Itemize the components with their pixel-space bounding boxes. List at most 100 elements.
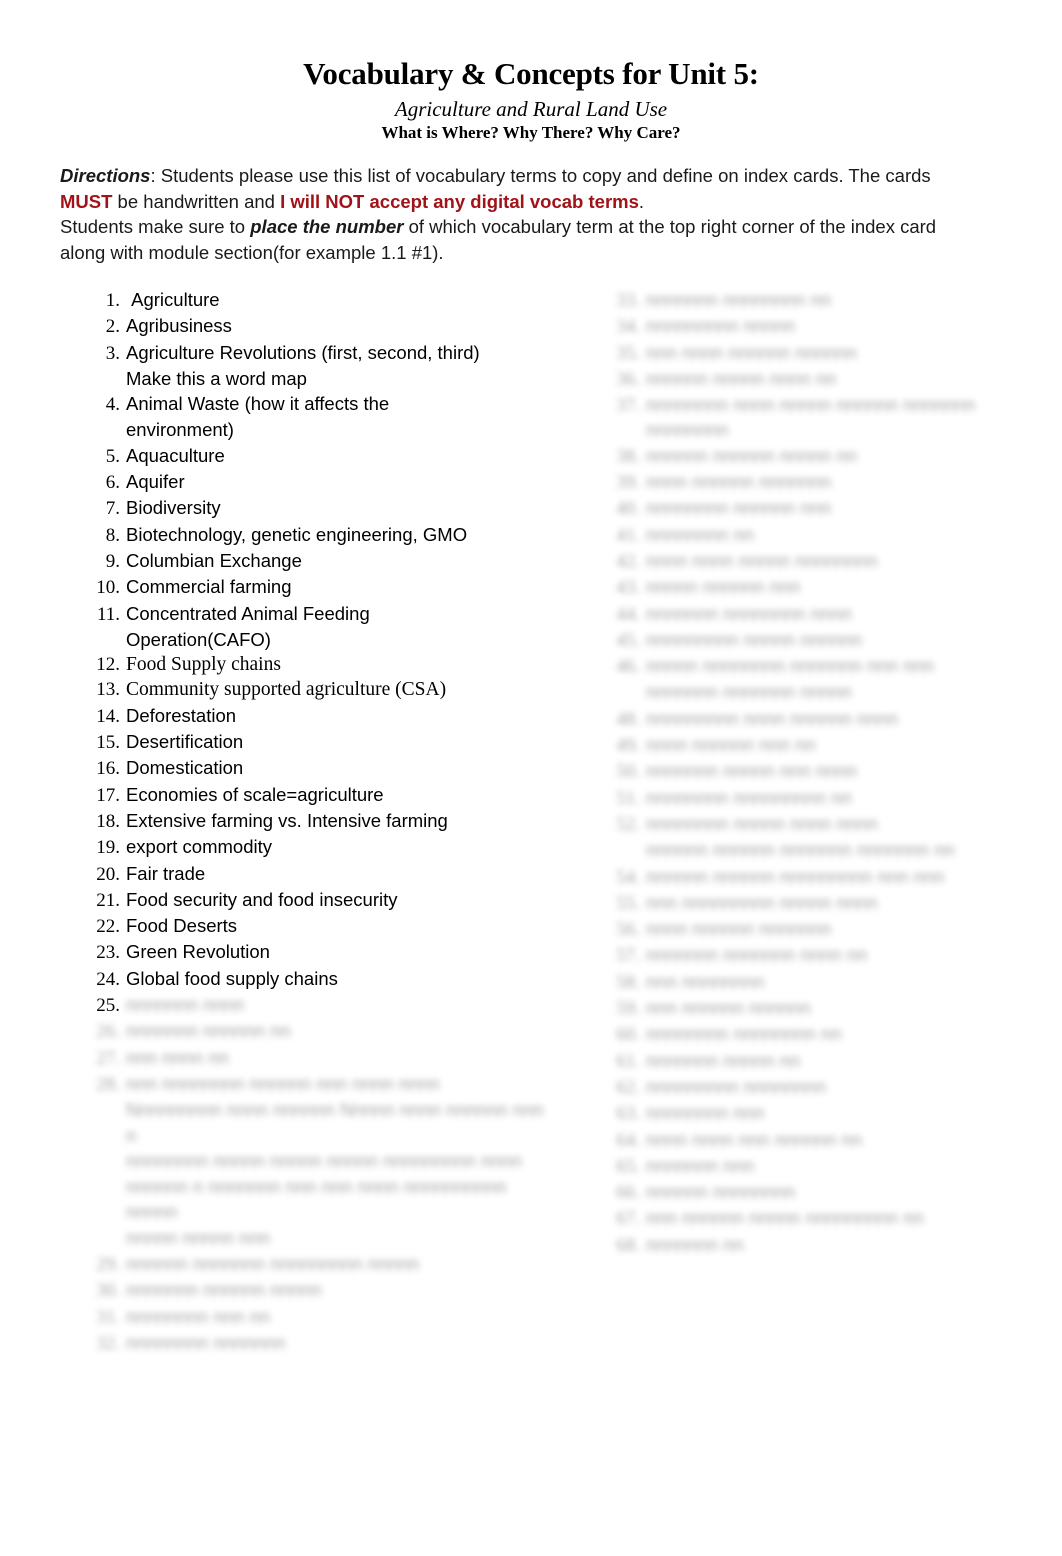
list-item-number: 7.: [88, 496, 126, 521]
obscured-list-item-number: 54.: [608, 865, 646, 890]
list-item-label: Domestication: [126, 755, 243, 780]
list-item-number: 1.: [88, 288, 126, 313]
obscured-list-item: 46.nnnnn nnnnnnnn nnnnnnn nnn nnn: [608, 653, 1038, 679]
obscured-list-item-number: 41.: [608, 523, 646, 548]
obscured-list-item-number: 65.: [608, 1154, 646, 1179]
obscured-list-item: 33.nnnnnnn nnnnnnnn nn: [608, 287, 1038, 313]
obscured-list-item: 31.nnnnnnnn nnn nn: [88, 1304, 558, 1330]
list-item-label: Global food supply chains: [126, 966, 338, 991]
obscured-list-item-label: nnnnnnn nnn: [646, 1153, 754, 1178]
obscured-list-item-label: nnnnnnnn nnnnn nnnn nnnn: [646, 811, 878, 836]
obscured-list-item: 37.nnnnnnnn nnnn nnnnn nnnnnn nnnnnnn nn…: [608, 392, 1038, 443]
obscured-list-item-label: nnnn nnnn nnnnn nnnnnnnn: [646, 548, 878, 573]
obscured-list-item-label: nnn nnnnnnnn nnnnnn nnn nnnn nnnn: [126, 1071, 440, 1096]
list-item-label: Commercial farming: [126, 574, 292, 599]
obscured-list-item-label: nnnnnnnn nnnnnnn: [126, 1330, 285, 1355]
obscured-list-item-number: 58.: [608, 970, 646, 995]
list-item: 4. Animal Waste (how it affects the: [88, 391, 558, 417]
obscured-list-item: 40.nnnnnnnn nnnnnn nnn: [608, 495, 1038, 521]
list-item-label: Food Deserts: [126, 913, 237, 938]
obscured-list-item-number: 34.: [608, 314, 646, 339]
obscured-list-item-number: 46.: [608, 654, 646, 679]
obscured-list-item: 52.nnnnnnnn nnnnn nnnn nnnn: [608, 811, 1038, 837]
obscured-list-item-number: 29.: [88, 1252, 126, 1277]
obscured-list-item: 65.nnnnnnn nnn: [608, 1153, 1038, 1179]
obscured-list-item-label: nnnn nnnnnn nnnnnnn: [646, 916, 831, 941]
obscured-list-item-number: 64.: [608, 1128, 646, 1153]
obscured-list-item: 66.nnnnnn nnnnnnnn: [608, 1179, 1038, 1205]
list-item: 22. Food Deserts: [88, 913, 558, 939]
list-item-label: Agribusiness: [126, 313, 232, 338]
list-item: 12. Food Supply chains: [88, 652, 558, 677]
obscured-list-item: 50.nnnnnnn nnnnn nnn nnnn: [608, 758, 1038, 784]
obscured-list-item-label: nnn nnnn nn: [126, 1045, 229, 1070]
obscured-list-item-continuation: 00.Nnnnnnnnn nnnn nnnnnn Nnnnn nnnn nnnn…: [88, 1097, 558, 1148]
vocabulary-list-left-column: 1. Agriculture 2. Agribusiness 3. Agricultur…: [88, 287, 558, 1356]
list-item-number: 9.: [88, 549, 126, 574]
list-item-number: 20.: [88, 862, 126, 887]
obscured-list-item-number: 52.: [608, 812, 646, 837]
obscured-list-item: 68.nnnnnnn nn: [608, 1232, 1038, 1258]
list-item-label: Animal Waste (how it affects the: [126, 391, 389, 416]
obscured-list-item: 38.nnnnnn nnnnnn nnnnn nn: [608, 443, 1038, 469]
obscured-list-item-number: 39.: [608, 470, 646, 495]
obscured-list-item-number: 28.: [88, 1072, 126, 1097]
obscured-list-item-label: nnnnnnnn nn: [646, 522, 754, 547]
list-item: 1. Agriculture: [88, 287, 558, 313]
obscured-continuation-text: nnnnnn n nnnnnnn nnn nnn nnnn nnnnnnnnnn…: [126, 1174, 558, 1225]
obscured-list-item-number: 48.: [608, 707, 646, 732]
obscured-list-item-label: nnnnnnnnn nnnnnnnn: [646, 1074, 826, 1099]
document-page: Vocabulary & Concepts for Unit 5: Agricu…: [0, 0, 1062, 1556]
list-item-number: 6.: [88, 470, 126, 495]
obscured-list-item: 34.nnnnnnnnn nnnnn: [608, 313, 1038, 339]
list-item-number: 12.: [88, 652, 126, 677]
obscured-list-item-label: nnnnnnnn nnnnnn nnn: [646, 495, 831, 520]
obscured-list-item: 36.nnnnnn nnnnn nnnn nn: [608, 366, 1038, 392]
obscured-list-item-label: nnnnnnnn nnn: [646, 1100, 764, 1125]
list-item-continuation: environment): [126, 417, 558, 442]
list-item-label: Food Supply chains: [126, 652, 281, 677]
obscured-list-item-number: 66.: [608, 1180, 646, 1205]
list-item-number: 16.: [88, 756, 126, 781]
obscured-list-item-label: nnnn nnnn nnn nnnnnn nn: [646, 1127, 862, 1152]
obscured-list-item-continuation: 00.nnnnnn n nnnnnnn nnn nnn nnnn nnnnnnn…: [88, 1174, 558, 1225]
obscured-list-item: 62.nnnnnnnnn nnnnnnnn: [608, 1074, 1038, 1100]
obscured-list-item-label: nnn nnnnnn nnnnnn: [646, 995, 811, 1020]
obscured-list-item: 29.nnnnnn nnnnnnn nnnnnnnnn nnnnn: [88, 1251, 558, 1277]
obscured-list-item: 44.nnnnnnn nnnnnnnn nnnn: [608, 601, 1038, 627]
list-item: 25. nnnnnnn nnnn: [88, 992, 558, 1018]
place-number-emphasis: place the number: [250, 216, 403, 237]
document-subtitle: Agriculture and Rural Land Use: [0, 96, 1062, 122]
obscured-list-item: 53.nnnnnn nnnnnn nnnnnnn nnnnnnn nn: [608, 837, 1038, 863]
list-item: 3. Agriculture Revolutions (first, second…: [88, 340, 558, 366]
obscured-list-item-number: 37.: [608, 393, 646, 418]
obscured-list-item-label: nnnnnnn nnnnnn nn: [126, 1018, 291, 1043]
list-item-number: 11.: [88, 602, 126, 627]
list-item-number: 5.: [88, 444, 126, 469]
obscured-list-item-label: nnnnnnnn nnnnnnnnn nn: [646, 785, 852, 810]
obscured-list-item-label: nnnnnn nnnnnnnn: [646, 1179, 795, 1204]
list-item-label: Fair trade: [126, 861, 205, 886]
obscured-list-item-label: nnnnnnn nn: [646, 1232, 744, 1257]
list-item-label: Food security and food insecurity: [126, 887, 397, 912]
obscured-list-item-number: 68.: [608, 1233, 646, 1258]
list-item-label: Economies of scale=agriculture: [126, 782, 384, 807]
obscured-list-item: 64.nnnn nnnn nnn nnnnnn nn: [608, 1127, 1038, 1153]
obscured-list-item-label: nnnnnnn nnnnnn nnnnn: [126, 1277, 321, 1302]
obscured-list-item-number: 32.: [88, 1331, 126, 1356]
obscured-list-item: 47.nnnnnnn nnnnnnn nnnnn: [608, 679, 1038, 705]
obscured-continuation-text: Nnnnnnnnn nnnn nnnnnn Nnnnn nnnn nnnnnn …: [126, 1097, 558, 1148]
obscured-list-item-label: nnnn nnnnnn nnn nn: [646, 732, 816, 757]
list-item-number: 25.: [88, 993, 126, 1018]
obscured-list-item-number: 44.: [608, 602, 646, 627]
list-item-number: 17.: [88, 783, 126, 808]
obscured-list-item-label: nnnnnnn nnnnn nn: [646, 1048, 800, 1073]
obscured-list-item-number: 30.: [88, 1278, 126, 1303]
obscured-list-item-number: 31.: [88, 1305, 126, 1330]
list-item: 15. Desertification: [88, 729, 558, 755]
obscured-list-item-label: nnnnnn nnnnnn nnnnnnnnn nnn nnn: [646, 864, 944, 889]
obscured-list-item-number: 61.: [608, 1049, 646, 1074]
obscured-list-item-number: 27.: [88, 1046, 126, 1071]
list-item-label: Deforestation: [126, 703, 236, 728]
list-item-continuation: Operation(CAFO): [126, 627, 558, 652]
